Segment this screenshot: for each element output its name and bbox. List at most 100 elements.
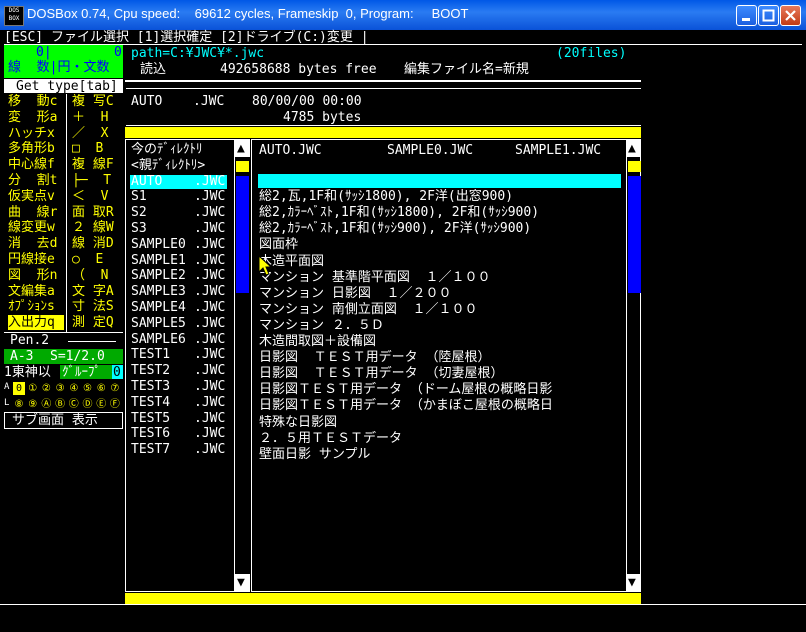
desc-item[interactable]: 日影図ＴＥＳＴ用データ （ドーム屋根の概略日影 xyxy=(259,382,624,397)
dir-item-ext[interactable]: .JWC xyxy=(194,268,225,283)
desc-item[interactable]: 壁面日影 サンプル xyxy=(259,447,624,462)
tool-button[interactable]: ／ X xyxy=(72,126,120,141)
desc-item[interactable]: 日影図 ＴＥＳＴ用データ （切妻屋根） xyxy=(259,366,624,381)
dir-item-ext[interactable]: .JWC xyxy=(194,316,225,331)
layer-button[interactable]: Ⓒ xyxy=(68,398,80,411)
tool-button[interactable]: ├─ T xyxy=(72,173,120,188)
dir-item-name[interactable]: TEST5 xyxy=(131,411,170,426)
tool-button[interactable]: ＜ V xyxy=(72,189,120,204)
group-label[interactable]: ｸﾞﾙｰﾌﾟ xyxy=(62,365,101,380)
dir-item-name[interactable]: 今のﾃﾞｨﾚｸﾄﾘ xyxy=(131,142,203,157)
tool-button[interactable]: 文 字A xyxy=(72,284,120,299)
desc-item[interactable]: マンション 南側立面図 １／１００ xyxy=(259,302,624,317)
close-button[interactable] xyxy=(780,5,801,26)
dir-item-name[interactable]: SAMPLE6 xyxy=(131,332,186,347)
tool-button[interactable]: 寸 法S xyxy=(72,299,120,314)
layer-button[interactable]: ③ xyxy=(54,382,66,395)
dir-item-ext[interactable]: .JWC xyxy=(194,347,225,362)
dir-item-ext[interactable]: .JWC xyxy=(194,174,225,189)
desc-item[interactable]: マンション 基準階平面図 １／１００ xyxy=(259,270,624,285)
maximize-button[interactable] xyxy=(758,5,779,26)
layer-button[interactable]: Ⓓ xyxy=(82,398,94,411)
dir-item-name[interactable]: S1 xyxy=(131,189,147,204)
dosbox-app-icon[interactable]: DOS BOX xyxy=(4,6,24,26)
tool-button[interactable]: 円線接e xyxy=(8,252,64,267)
layer-button[interactable]: Ⓕ xyxy=(109,398,121,411)
desc-item[interactable]: 木造平面図 xyxy=(259,254,624,269)
dir-item-name[interactable]: TEST1 xyxy=(131,347,170,362)
tool-button[interactable]: 入出力q xyxy=(8,315,64,331)
layer-button[interactable]: ⑨ xyxy=(27,398,39,411)
dir-item-name[interactable]: TEST7 xyxy=(131,442,170,457)
desc-item[interactable]: 総2,瓦,1F和(ｻｯｼ1800), 2F洋(出窓900) xyxy=(259,189,624,204)
dir-item-ext[interactable]: .JWC xyxy=(194,237,225,252)
dir-item-ext[interactable]: .JWC xyxy=(194,300,225,315)
dir-item-name[interactable]: SAMPLE3 xyxy=(131,284,186,299)
dir-item-ext[interactable]: .JWC xyxy=(194,332,225,347)
dir-item-name[interactable]: TEST4 xyxy=(131,395,170,410)
dir-scroll-thumb[interactable] xyxy=(236,176,249,293)
dir-item-name[interactable]: TEST6 xyxy=(131,426,170,441)
layer-button[interactable]: 0 xyxy=(13,382,25,395)
dir-item-ext[interactable]: .JWC xyxy=(194,284,225,299)
dir-item-name[interactable]: S3 xyxy=(131,221,147,236)
tool-button[interactable]: ＋ H xyxy=(72,110,120,125)
dir-item-ext[interactable]: .JWC xyxy=(194,253,225,268)
tool-button[interactable]: 複 写C xyxy=(72,94,120,109)
dir-item-ext[interactable]: .JWC xyxy=(194,411,225,426)
layer-button[interactable]: ① xyxy=(27,382,39,395)
dir-item-ext[interactable]: .JWC xyxy=(194,221,225,236)
tool-button[interactable]: 多角形b xyxy=(8,141,64,156)
pen-label[interactable]: Pen.2 xyxy=(10,333,49,348)
tool-button[interactable]: （ N xyxy=(72,268,120,283)
dir-item-ext[interactable]: .JWC xyxy=(194,363,225,378)
layer-button[interactable]: Ⓐ xyxy=(40,398,52,411)
tool-button[interactable]: 線変更w xyxy=(8,220,64,235)
dir-item-name[interactable]: <親ﾃﾞｨﾚｸﾄﾘ> xyxy=(131,158,205,173)
tool-button[interactable]: 移 動c xyxy=(8,94,64,109)
desc-item[interactable]: 図面枠 xyxy=(259,237,624,252)
layer-label[interactable]: 1東神以 xyxy=(4,365,51,380)
dir-item-name[interactable]: SAMPLE2 xyxy=(131,268,186,283)
tool-button[interactable]: 曲 線r xyxy=(8,205,64,220)
desc-item[interactable]: マンション 日影図 １／２００ xyxy=(259,286,624,301)
dir-item-name[interactable]: SAMPLE4 xyxy=(131,300,186,315)
layer-button[interactable]: ⑦ xyxy=(109,382,121,395)
tool-button[interactable]: 文編集a xyxy=(8,284,64,299)
tool-button[interactable]: 中心線f xyxy=(8,157,64,172)
read-label[interactable]: 読込 xyxy=(140,62,166,77)
dir-item-ext[interactable]: .JWC xyxy=(194,442,225,457)
desc-item[interactable]: ２．５用ＴＥＳＴデータ xyxy=(259,431,624,446)
desc-item[interactable]: 総2,ｶﾗｰﾍﾞｽﾄ,1F和(ｻｯｼ900), 2F洋(ｻｯｼ900) xyxy=(259,221,624,236)
tool-button[interactable]: ｵﾌﾟｼｮﾝs xyxy=(8,299,64,314)
desc-scroll-thumb[interactable] xyxy=(628,176,641,293)
desc-item[interactable]: 日影図 ＴＥＳＴ用データ （陸屋根） xyxy=(259,350,624,365)
dir-item-ext[interactable]: .JWC xyxy=(194,379,225,394)
layer-button[interactable]: Ⓔ xyxy=(95,398,107,411)
layer-button[interactable]: ⑥ xyxy=(95,382,107,395)
dir-item-name[interactable]: SAMPLE5 xyxy=(131,316,186,331)
dir-item-ext[interactable]: .JWC xyxy=(194,205,225,220)
layer-button[interactable]: Ⓑ xyxy=(54,398,66,411)
tool-button[interactable]: □ B xyxy=(72,141,120,156)
dir-item-name[interactable]: TEST2 xyxy=(131,363,170,378)
layer-button[interactable]: ④ xyxy=(68,382,80,395)
desc-item[interactable]: 総2,ｶﾗｰﾍﾞｽﾄ,1F和(ｻｯｼ1800), 2F和(ｻｯｼ900) xyxy=(259,205,624,220)
tool-button[interactable]: 面 取R xyxy=(72,205,120,220)
dir-item-ext[interactable]: .JWC xyxy=(194,395,225,410)
tool-button[interactable]: 図 形n xyxy=(8,268,64,283)
tool-button[interactable]: 変 形a xyxy=(8,110,64,125)
tool-button[interactable]: 線 消D xyxy=(72,236,120,251)
dir-item-name[interactable]: SAMPLE1 xyxy=(131,253,186,268)
dir-item-name[interactable]: S2 xyxy=(131,205,147,220)
tool-button[interactable]: 分 割t xyxy=(8,173,64,188)
tool-button[interactable]: 複 線F xyxy=(72,157,120,172)
tool-button[interactable]: 測 定Q xyxy=(72,315,120,330)
tool-button[interactable]: ２ 線W xyxy=(72,220,120,235)
dir-item-name[interactable]: SAMPLE0 xyxy=(131,237,186,252)
minimize-button[interactable] xyxy=(736,5,757,26)
desc-item[interactable]: 特殊な日影図 xyxy=(259,415,624,430)
layer-button[interactable]: ⑤ xyxy=(82,382,94,395)
desc-item[interactable]: マンション ２．５Ｄ xyxy=(259,318,624,333)
tool-button[interactable]: 仮実点v xyxy=(8,189,64,204)
